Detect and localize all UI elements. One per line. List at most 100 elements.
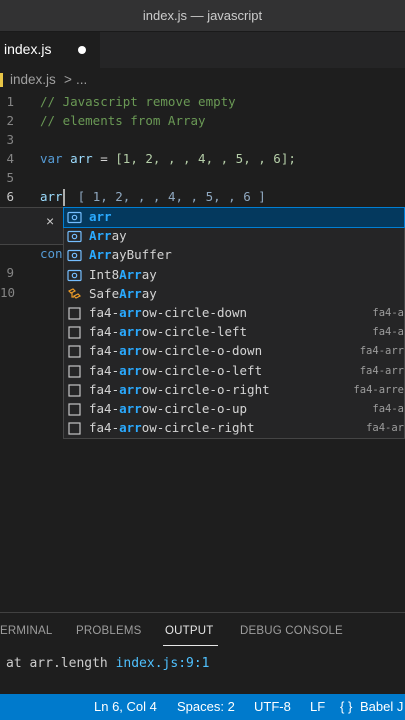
suggestion-prefix: Safe: [89, 285, 120, 301]
snippet-icon: [67, 421, 82, 436]
suggestion-label: arr: [89, 209, 112, 224]
suggestion-item[interactable]: ArrayBuffer: [64, 246, 404, 265]
tab-label: index.js: [4, 41, 52, 57]
suggestion-detail: fa4-a: [372, 307, 404, 319]
breadcrumb-file-icon: [0, 72, 6, 91]
suggestion-item[interactable]: Array: [64, 227, 404, 246]
suggestion-suffix: ow-circle-o-down: [141, 343, 263, 359]
output-line: at arr.length index.js:9:1: [6, 656, 210, 671]
title-bar: index.js — javascript: [0, 0, 405, 32]
suggestion-match: arr: [119, 381, 142, 397]
active-tab-indicator: [163, 645, 218, 646]
snippet-icon: [67, 383, 82, 398]
suggestion-item[interactable]: fa4-arrow-circle-o-left fa4-arr: [64, 362, 404, 381]
suggestion-prefix: fa4-: [89, 420, 120, 436]
suggestion-item[interactable]: fa4-arrow-circle-o-down fa4-arr: [64, 342, 404, 361]
suggestion-prefix: fa4-: [89, 362, 120, 378]
suggestion-match: Arr: [119, 266, 142, 282]
line-number: 10: [0, 285, 16, 300]
class-icon: [67, 287, 82, 302]
tab-output[interactable]: OUTPUT: [165, 625, 213, 637]
encoding[interactable]: UTF-8: [254, 699, 291, 714]
breadcrumb-separator: >: [64, 72, 72, 87]
line-number-active: 6: [6, 189, 14, 204]
indentation[interactable]: Spaces: 2: [177, 699, 235, 714]
suggestion-prefix: fa4-: [89, 305, 120, 320]
suggestion-item[interactable]: fa4-arrow-circle-down fa4-a: [64, 304, 404, 323]
line-number: 5: [6, 170, 14, 185]
variable-icon: [67, 210, 82, 225]
suggestion-item[interactable]: arr: [63, 207, 405, 228]
suggestion-suffix: ow-circle-right: [141, 420, 255, 436]
suggestion-label: ArrayBuffer: [89, 247, 172, 262]
breadcrumb-more[interactable]: ...: [76, 72, 87, 87]
suggestion-match: arr: [119, 343, 142, 359]
suggestion-prefix: fa4-: [89, 324, 120, 340]
suggestion-item[interactable]: SafeArray: [64, 285, 404, 304]
suggestion-label: fa4-arrow-circle-left: [89, 324, 247, 339]
code-line-4[interactable]: var arr = [1, 2, , , 4, , 5, , 6];: [40, 151, 296, 166]
variable-arr: arr: [70, 151, 93, 166]
tab-problems[interactable]: PROBLEMS: [76, 625, 142, 637]
suggestion-label: SafeArray: [89, 286, 157, 301]
code-line-6[interactable]: arr [ 1, 2, , , 4, , 5, , 6 ]: [40, 189, 266, 204]
suggestion-match: arr: [119, 305, 142, 320]
close-icon[interactable]: ×: [46, 213, 54, 229]
suggestion-label: fa4-arrow-circle-o-up: [89, 401, 247, 416]
suggestion-detail: fa4-arr: [359, 345, 404, 358]
variable-icon: [67, 268, 82, 283]
panel-tabs: ERMINAL PROBLEMS OUTPUT DEBUG CONSOLE: [0, 612, 405, 648]
suggestion-match: Arr: [89, 247, 112, 263]
suggestion-detail: fa4-a: [372, 326, 404, 339]
autocomplete-list[interactable]: arr Array ArrayBuffer Int8Array SafeArray fa4…: [63, 207, 405, 439]
code-line-2[interactable]: // elements from Array: [40, 113, 206, 128]
code-line-1[interactable]: // Javascript remove empty: [40, 94, 236, 109]
window-title: index.js — javascript: [142, 8, 263, 23]
suggestion-suffix: ayBuffer: [111, 247, 172, 263]
tab-debug-console[interactable]: DEBUG CONSOLE: [240, 625, 343, 637]
suggestion-match: arr: [119, 401, 142, 416]
suggestion-detail: fa4-arr: [359, 364, 404, 377]
suggestion-label: fa4-arrow-circle-o-left: [89, 363, 262, 378]
suggestion-item[interactable]: fa4-arrow-circle-o-up fa4-a: [64, 400, 404, 419]
snippet-icon: [67, 402, 82, 417]
suggestion-suffix: ow-circle-left: [141, 324, 248, 340]
snippet-icon: [67, 325, 82, 340]
suggestion-match: Arr: [119, 285, 142, 301]
suggestion-detail: fa4-arre: [353, 383, 404, 396]
suggestion-item[interactable]: fa4-arrow-circle-right fa4-ar: [64, 419, 404, 438]
suggestion-item[interactable]: fa4-arrow-circle-o-right fa4-arre: [64, 381, 404, 400]
inline-value-hint: [ 1, 2, , , 4, , 5, , 6 ]: [77, 189, 266, 204]
keyword-var: var: [40, 151, 63, 166]
suggestion-item[interactable]: Int8Array: [64, 266, 404, 285]
line-ending[interactable]: LF: [310, 699, 325, 714]
tab-bar: index.js: [0, 32, 405, 68]
hover-widget: [0, 207, 66, 245]
unsaved-dot-icon[interactable]: [78, 46, 86, 54]
suggestion-suffix: ow-circle-o-left: [141, 362, 263, 378]
code-line-9-partial[interactable]: con: [40, 246, 63, 261]
text-cursor: [63, 189, 65, 206]
language-mode[interactable]: Babel J: [360, 699, 403, 714]
suggestion-suffix: ow-circle-o-right: [141, 381, 270, 397]
output-text: at arr.length: [6, 656, 116, 671]
cursor-position[interactable]: Ln 6, Col 4: [94, 699, 157, 714]
braces-icon: { }: [340, 699, 353, 714]
breadcrumb-file[interactable]: index.js: [10, 72, 56, 87]
tab-terminal[interactable]: ERMINAL: [0, 625, 53, 637]
output-link[interactable]: index.js:9:1: [116, 656, 210, 671]
array-literal: [1, 2, , , 4, , 5, , 6];: [115, 151, 296, 166]
suggestion-detail: fa4-ar: [366, 422, 404, 435]
snippet-icon: [67, 344, 82, 359]
tab-index-js[interactable]: index.js: [0, 32, 100, 68]
suggestion-label: fa4-arrow-circle-right: [89, 420, 255, 435]
suggestion-prefix: fa4-: [89, 381, 120, 397]
typed-text: arr: [40, 189, 63, 204]
suggestion-label: fa4-arrow-circle-down: [89, 305, 247, 320]
status-bar: Ln 6, Col 4 Spaces: 2 UTF-8 LF { } Babel…: [0, 694, 405, 720]
suggestion-label: Int8Array: [89, 267, 157, 282]
suggestion-item[interactable]: fa4-arrow-circle-left fa4-a: [64, 323, 404, 342]
snippet-icon: [67, 364, 82, 379]
suggestion-suffix: ow-circle-o-up: [141, 401, 248, 416]
suggestion-prefix: Int8: [89, 266, 120, 282]
